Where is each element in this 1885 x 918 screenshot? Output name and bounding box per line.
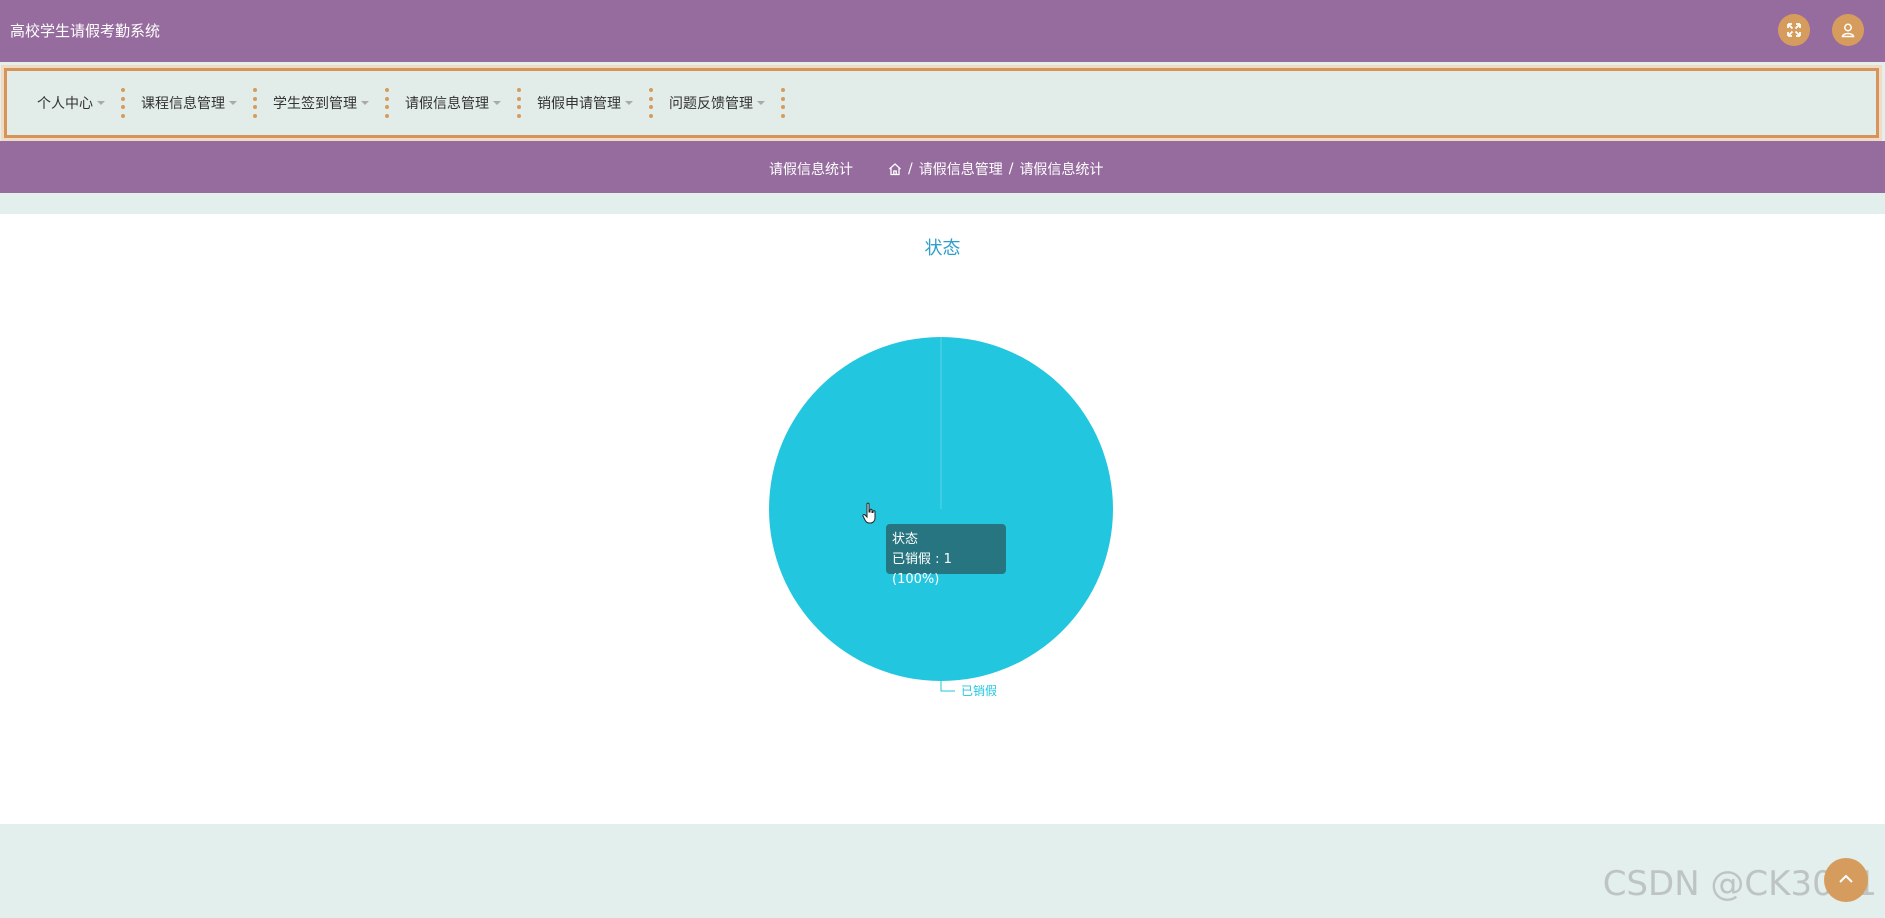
chevron-down-icon: [493, 101, 501, 105]
nav-item-feedback[interactable]: 问题反馈管理: [653, 93, 781, 113]
nav-item-sign-in[interactable]: 学生签到管理: [257, 93, 385, 113]
chevron-down-icon: [757, 101, 765, 105]
page-title: 请假信息统计: [769, 162, 853, 178]
chevron-down-icon: [97, 101, 105, 105]
breadcrumb-separator: /: [1008, 161, 1014, 177]
floating-action-button[interactable]: [1824, 858, 1868, 902]
nav-label: 销假申请管理: [537, 96, 621, 112]
chart-panel: 状态 已销假: [0, 214, 1885, 824]
top-header: 高校学生请假考勤系统: [0, 0, 1885, 62]
nav-label: 学生签到管理: [273, 96, 357, 112]
breadcrumb-item-current: 请假信息统计: [1019, 162, 1104, 178]
tooltip-line: 已销假 : 1 (100%): [892, 552, 952, 587]
nav-item-course-info[interactable]: 课程信息管理: [125, 93, 253, 113]
user-button[interactable]: [1832, 14, 1864, 46]
breadcrumb-item-leave-info[interactable]: 请假信息管理: [919, 159, 1003, 179]
chart-tooltip: 状态 已销假 : 1 (100%): [886, 524, 1006, 587]
breadcrumb-separator: /: [908, 161, 913, 177]
nav-item-leave-cancel[interactable]: 销假申请管理: [521, 93, 649, 113]
main-nav: 个人中心 课程信息管理 学生签到管理 请假信息管理 销假申请管理 问题反馈管理: [4, 68, 1879, 138]
breadcrumb-bar: 请假信息统计 / 请假信息管理 / 请假信息统计: [0, 141, 1885, 193]
nav-label: 个人中心: [37, 96, 93, 112]
nav-item-personal-center[interactable]: 个人中心: [7, 93, 121, 113]
nav-separator: [781, 88, 785, 118]
chevron-down-icon: [229, 101, 237, 105]
nav-label: 课程信息管理: [141, 96, 225, 112]
fullscreen-button[interactable]: [1778, 14, 1810, 46]
chevron-down-icon: [625, 101, 633, 105]
tooltip-title: 状态: [892, 532, 919, 547]
chevron-down-icon: [361, 101, 369, 105]
nav-item-leave-info[interactable]: 请假信息管理: [389, 93, 517, 113]
nav-label: 问题反馈管理: [669, 96, 753, 112]
home-icon[interactable]: [888, 162, 902, 176]
pie-chart: 已销假: [769, 337, 1113, 698]
user-icon: [1841, 23, 1855, 38]
app-title: 高校学生请假考勤系统: [10, 22, 161, 40]
fullscreen-icon: [1787, 23, 1801, 37]
scroll-top-icon: [1839, 874, 1853, 883]
nav-label: 请假信息管理: [405, 96, 489, 112]
hand-cursor-icon: [862, 502, 876, 524]
breadcrumb: / 请假信息管理 / 请假信息统计: [888, 159, 1103, 179]
slice-label: 已销假: [961, 684, 997, 698]
